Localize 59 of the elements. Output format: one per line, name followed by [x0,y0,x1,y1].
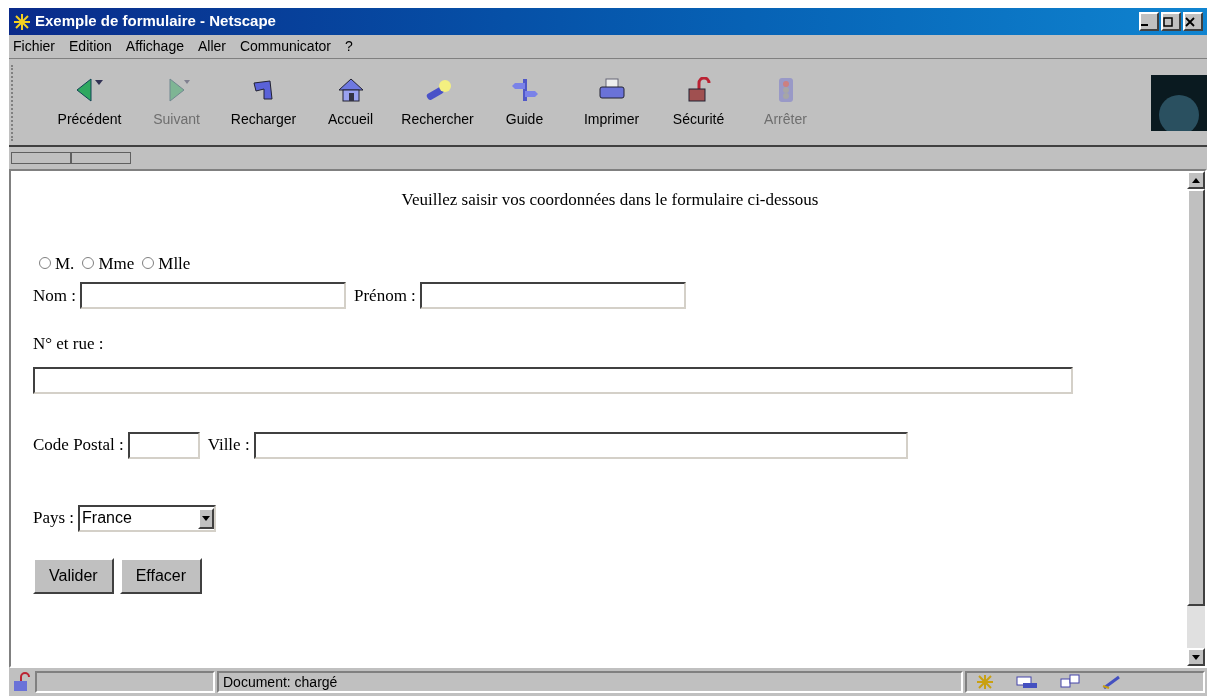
toolbar-button[interactable]: Rechercher [395,61,480,145]
form-button[interactable]: Valider [33,557,114,594]
collapse-tab[interactable] [71,152,131,164]
field-label: Nom : [33,284,76,307]
radio-label: M. [55,252,75,275]
minimize-button[interactable] [1139,12,1159,31]
toolbar-button[interactable]: Imprimer [569,61,654,145]
form-button[interactable]: Effacer [119,557,203,594]
input-field[interactable] [33,366,1073,394]
toolbar-button[interactable]: Précédent [47,61,132,145]
house-icon [336,76,365,103]
window-title: Exemple de formulaire - Netscape [35,11,277,32]
maximize-icon [1163,16,1173,27]
input-field[interactable] [419,282,686,309]
scroll-down-button[interactable] [1187,648,1205,666]
field-label: Ville : [207,434,250,457]
input-field[interactable] [253,431,908,459]
radio-button[interactable] [39,257,51,270]
toolbar-button[interactable]: Guide [482,61,567,145]
country-dropdown[interactable]: France [78,504,217,532]
starburst-icon [13,12,31,31]
dropdown-arrow-icon [202,515,211,521]
status-text: Document: chargé [217,671,963,693]
close-button[interactable] [1183,12,1203,31]
field-label: Code Postal : [33,434,124,457]
menu-item[interactable]: Aller [197,36,226,57]
menu-item[interactable]: Affichage [125,36,184,57]
padlock-icon[interactable] [11,672,33,692]
collapse-tab[interactable] [11,152,71,164]
starburst-icon[interactable] [975,674,995,690]
radio-button[interactable] [142,257,155,270]
scrollbar-thumb[interactable] [1187,189,1205,606]
field-label: N° et rue : [33,333,105,355]
close-icon [1185,16,1195,27]
toolbar-button[interactable]: Accueil [308,61,393,145]
chat-icon[interactable] [1059,674,1081,690]
maximize-button[interactable] [1161,12,1181,31]
radio-label: Mlle [158,252,191,275]
field-label: Pays : [33,507,75,530]
menu-item[interactable]: Fichier [13,36,55,57]
form-heading: Veuillez saisir vos coordonnées dans le formulaire ci-dessous [400,189,820,211]
minimize-icon [1141,23,1148,26]
menu-item[interactable]: ? [345,36,353,57]
toolbar-button[interactable]: Sécurité [656,61,741,145]
menu-item[interactable]: Communicator [239,36,331,57]
scroll-up-button[interactable] [1187,171,1205,189]
signpost-icon [510,76,539,103]
input-field[interactable] [127,431,200,459]
input-field[interactable] [80,282,346,309]
radio-button[interactable] [82,257,95,270]
radio-label: Mme [98,252,135,275]
toolbar-button[interactable]: Recharger [221,61,306,145]
mail-icon[interactable] [1015,674,1039,690]
scroll-up-icon [1192,177,1200,183]
field-label: Prénom : [354,284,416,307]
menu-item[interactable]: Edition [69,36,112,57]
left-arrow-icon [74,76,105,103]
scroll-down-icon [1192,654,1200,660]
logo-icon [1151,75,1207,131]
